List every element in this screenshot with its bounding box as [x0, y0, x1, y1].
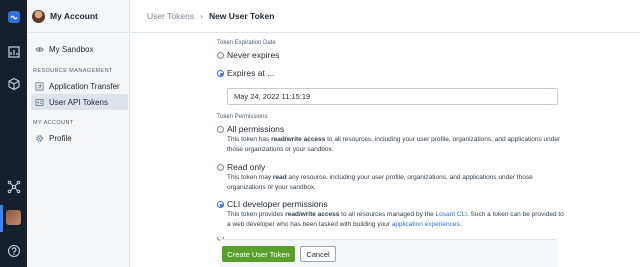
cli-developer-label[interactable]: CLI developer permissions — [227, 199, 328, 209]
read-only-description: This token may read any resource, includ… — [227, 174, 533, 191]
read-only-label[interactable]: Read only — [227, 162, 265, 172]
breadcrumb-parent-link[interactable]: User Tokens — [147, 11, 194, 21]
expiration-section-label: Token Expiration Date — [217, 40, 276, 46]
breadcrumb: User Tokens › New User Token — [131, 0, 640, 33]
application-experiences-link[interactable]: application experiences — [392, 221, 460, 228]
token-form: Token Expiration Date Never expires Expi… — [131, 34, 640, 267]
losant-cli-link[interactable]: Losant CLI — [436, 211, 467, 218]
sidebar-item-user-api-tokens[interactable]: User API Tokens — [31, 94, 128, 110]
rail-active-indicator — [0, 205, 3, 232]
sidebar-item-label: My Sandbox — [49, 44, 94, 54]
user-avatar-icon[interactable] — [6, 210, 21, 225]
cube-icon[interactable] — [5, 75, 22, 92]
section-heading: MY ACCOUNT — [33, 120, 74, 126]
gear-icon — [35, 134, 44, 143]
eye-icon — [35, 45, 44, 54]
breadcrumb-separator: › — [200, 11, 203, 21]
losant-logo-icon[interactable] — [5, 8, 22, 25]
never-expires-radio[interactable] — [217, 52, 224, 59]
app-rail — [0, 0, 27, 267]
sidebar-item-profile[interactable]: Profile — [31, 130, 128, 146]
account-title: My Account — [50, 11, 98, 21]
section-heading: RESOURCE MANAGEMENT — [33, 68, 113, 74]
account-header[interactable]: My Account — [27, 0, 130, 33]
create-user-token-button[interactable]: Create User Token — [222, 246, 295, 262]
account-sidebar: My Account My Sandbox RESOURCE MANAGEMEN… — [27, 0, 130, 267]
sidebar-item-sandbox[interactable]: My Sandbox — [31, 41, 128, 57]
expiration-date-field[interactable]: May 24, 2022 11:15:19 — [227, 88, 558, 105]
sidebar-item-application-transfer[interactable]: Application Transfer — [31, 78, 128, 94]
sidebar-item-label: Profile — [49, 133, 72, 143]
form-actions: Create User Token Cancel — [220, 239, 557, 267]
transfer-icon — [35, 81, 44, 91]
never-expires-label[interactable]: Never expires — [227, 50, 279, 60]
all-permissions-description: This token has read/write access to all … — [227, 136, 561, 153]
all-permissions-radio[interactable] — [217, 126, 224, 133]
cancel-button[interactable]: Cancel — [300, 246, 336, 262]
page-title: New User Token — [208, 11, 275, 21]
all-permissions-label[interactable]: All permissions — [227, 124, 284, 134]
permissions-section-label: Token Permissions — [217, 114, 268, 120]
sidebar-item-label: User API Tokens — [49, 97, 108, 107]
help-icon[interactable] — [5, 242, 22, 259]
cli-developer-radio[interactable] — [217, 201, 224, 208]
expires-at-label[interactable]: Expires at ... — [227, 68, 274, 78]
expires-at-radio[interactable] — [217, 70, 224, 77]
read-only-radio[interactable] — [217, 164, 224, 171]
sidebar-item-label: Application Transfer — [49, 81, 120, 91]
dashboard-icon[interactable] — [5, 43, 22, 60]
token-icon — [35, 98, 44, 107]
cli-developer-description: This token provides read/write access to… — [227, 211, 564, 228]
network-icon[interactable] — [5, 178, 22, 195]
avatar — [32, 9, 45, 23]
